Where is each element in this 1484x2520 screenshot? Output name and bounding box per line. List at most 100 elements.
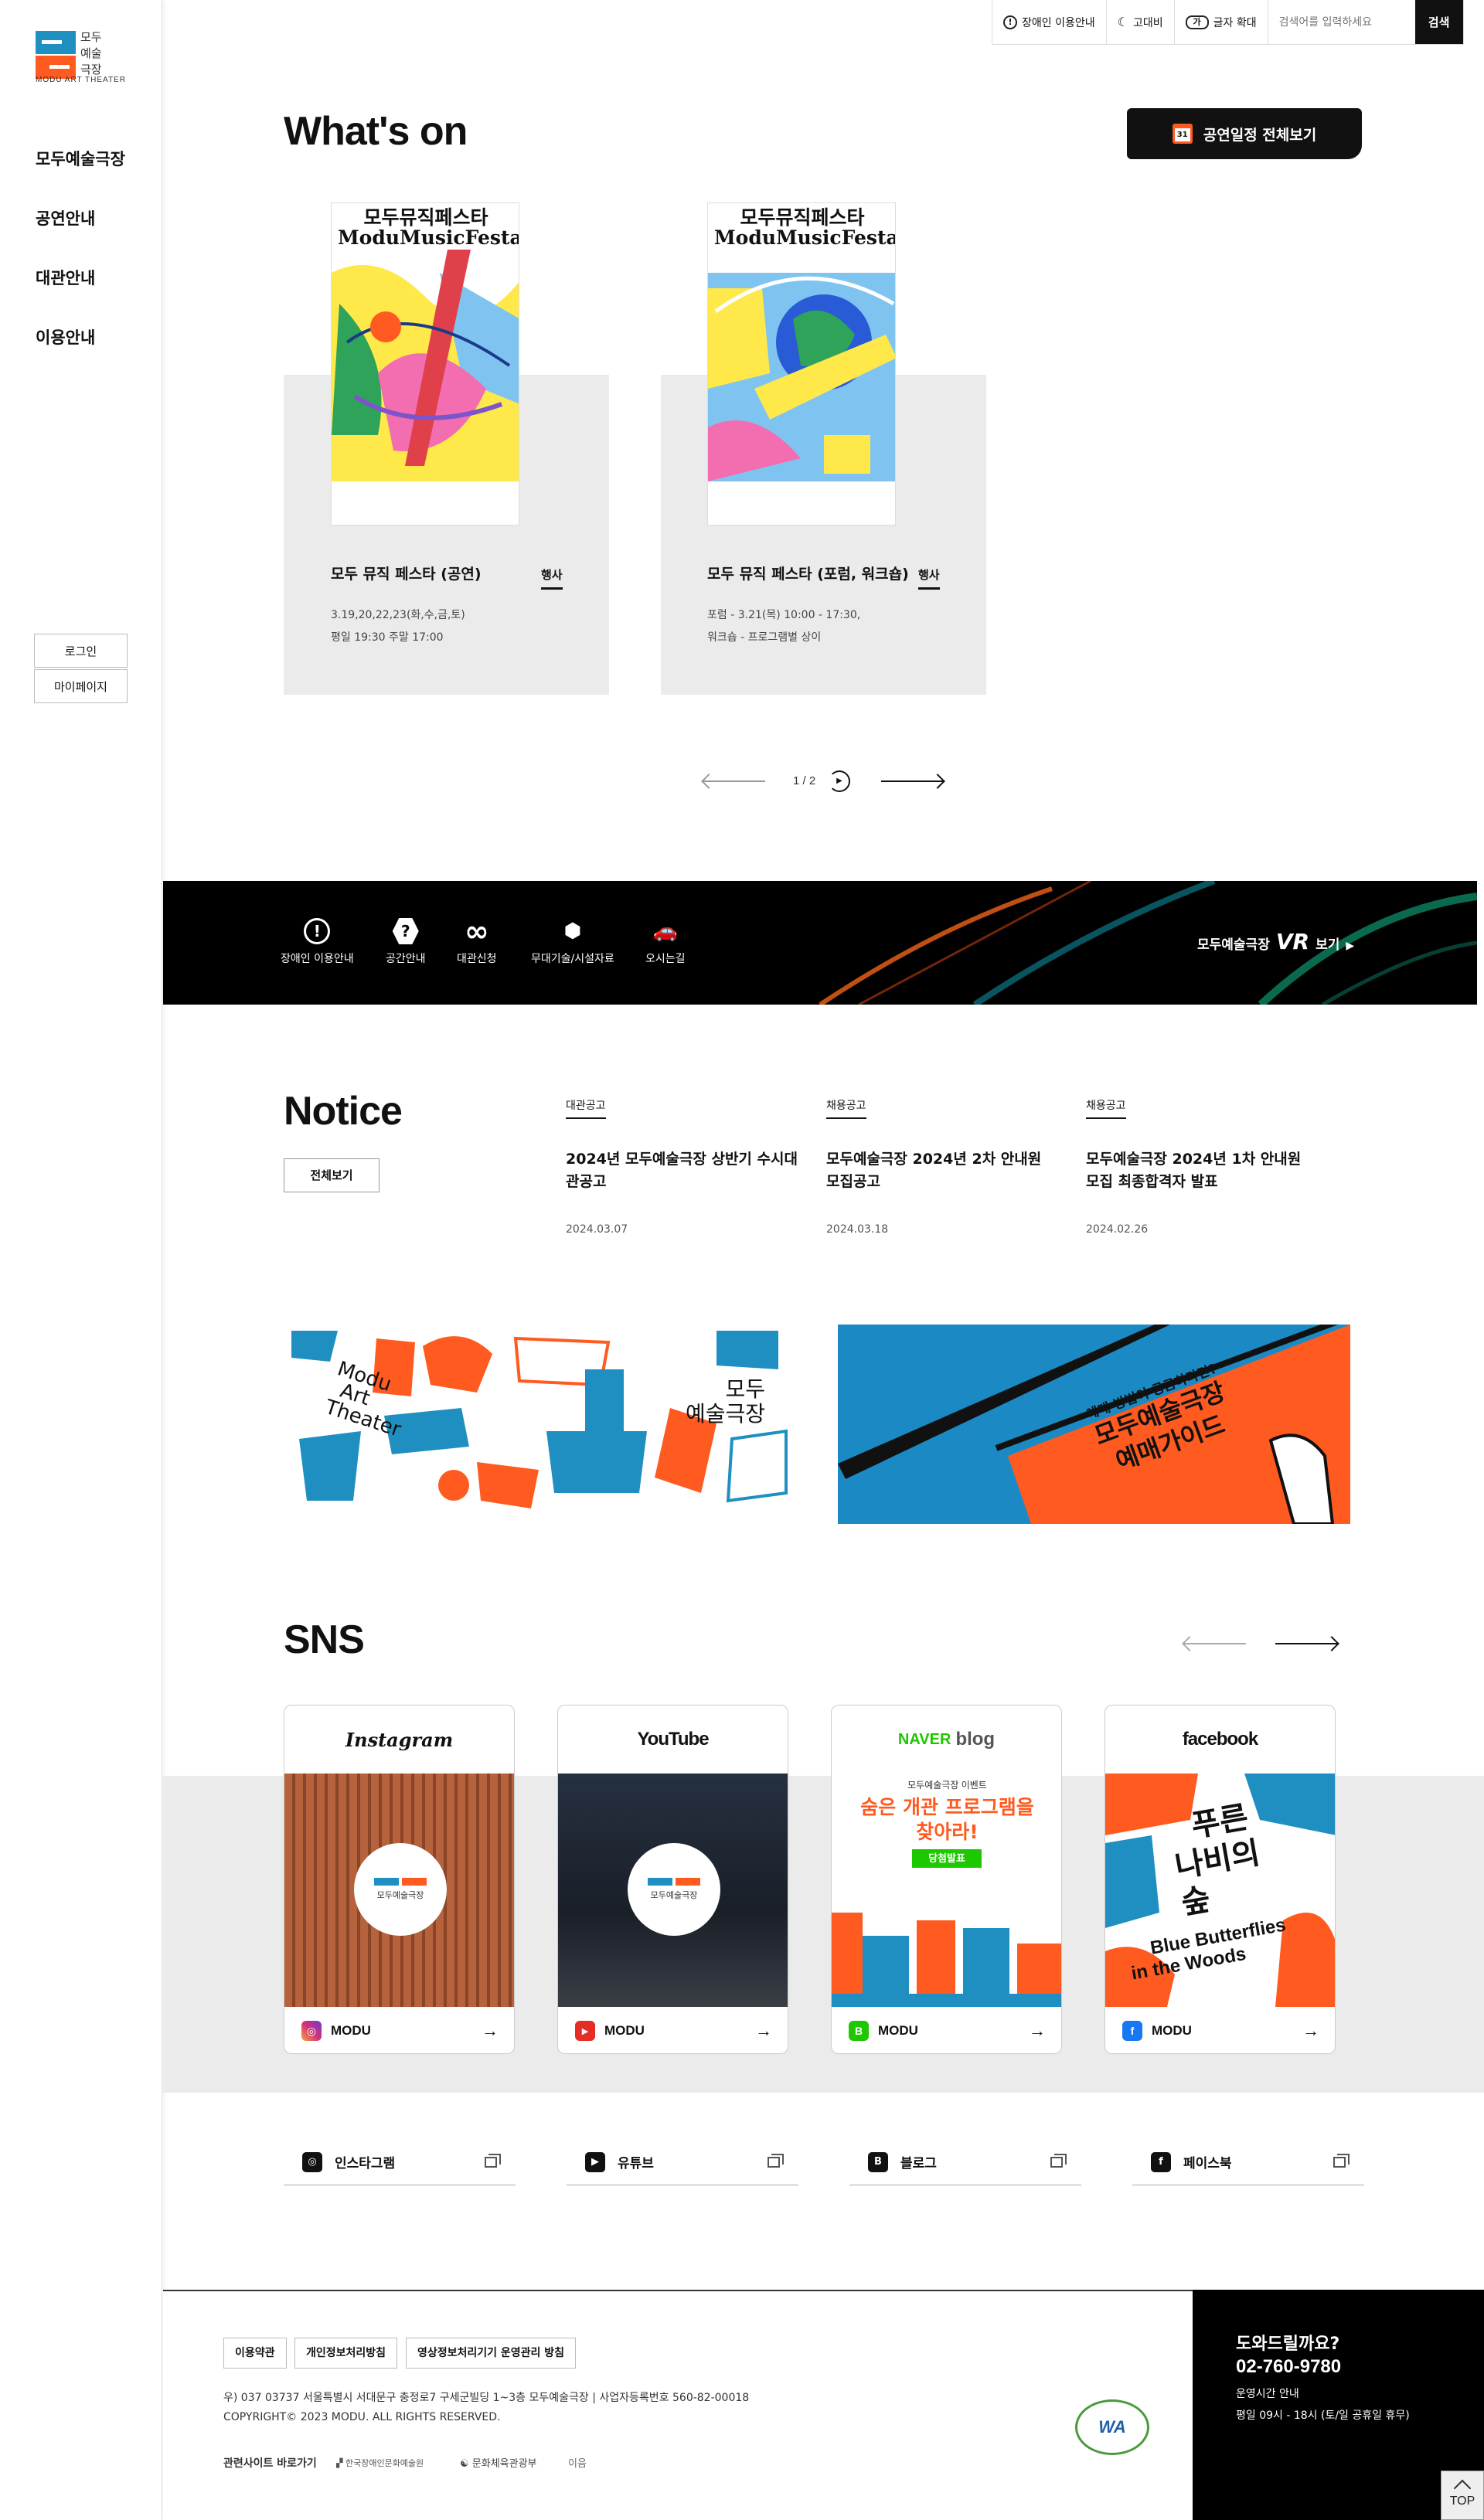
mypage-button[interactable]: 마이페이지 — [34, 669, 128, 703]
poster-title-1: 모두뮤직페스타 ModuMusicFesta — [338, 208, 519, 248]
sns-img-blog: 모두예술극장 이벤트 숨은 개관 프로그램을 찾아라! 당첨발표 — [832, 1774, 1061, 2007]
notice-title-3[interactable]: 모두예술극장 2024년 1차 안내원 모집 최종합격자 발표 — [1086, 1148, 1318, 1193]
quick-label-2: 공간안내 — [386, 953, 426, 965]
vr-link[interactable]: 모두예술극장 VR 보기 ▶ — [1197, 929, 1354, 954]
search-button[interactable]: 검색 — [1414, 0, 1463, 44]
logo-kr-2: 예술 — [80, 46, 102, 60]
sns-card-instagram[interactable]: Instagram 모두예술극장 ◎ MODU → — [284, 1705, 515, 2054]
sns-card-blog[interactable]: NAVER blog 모두예술극장 이벤트 숨은 개관 프로그램을 찾아라! 당첨… — [831, 1705, 1062, 2054]
event-date-2-line2: 워크숍 - 프로그램별 상이 — [707, 631, 822, 644]
related-site-1[interactable]: ▞ 한국장애인문화예술원 — [336, 2457, 424, 2469]
sns-next-arrow[interactable] — [1275, 1643, 1337, 1644]
instagram-icon: ◎ — [301, 2021, 322, 2041]
event-poster-1[interactable]: 모두뮤직페스타 ModuMusicFesta — [331, 202, 519, 525]
sns-link-facebook[interactable]: f 페이스북 — [1132, 2139, 1364, 2185]
event-date-2-line1: 포럼 - 3.21(목) 10:00 - 17:30, — [707, 609, 861, 621]
footer-copyright: COPYRIGHT© 2023 MODU. ALL RIGHTS RESERVE… — [223, 2411, 501, 2423]
notice-date-3: 2024.02.26 — [1086, 1223, 1149, 1236]
cctv-policy-link[interactable]: 영상정보처리기기 운영관리 방침 — [406, 2338, 577, 2369]
quick-access-guide[interactable]: ! 장애인 이용안내 — [281, 918, 354, 966]
nav-usage[interactable]: 이용안내 — [36, 325, 95, 349]
kaca-icon: ▞ — [336, 2458, 345, 2468]
question-hex-icon: ? — [391, 918, 420, 944]
access-guide-label: 장애인 이용안내 — [1022, 16, 1095, 29]
blog-title: 숨은 개관 프로그램을 찾아라! — [832, 1795, 1061, 1845]
chevron-right-icon: ▶ — [1346, 940, 1355, 952]
naver-label: NAVER — [897, 1730, 951, 1748]
logo-mark-top[interactable] — [36, 31, 76, 54]
event-date-2: 포럼 - 3.21(목) 10:00 - 17:30, 워크숍 - 프로그램별 … — [707, 604, 860, 649]
related-site-3[interactable]: 이음 — [568, 2455, 587, 2470]
quick-label-1: 장애인 이용안내 — [281, 953, 354, 965]
banner-kr-1: 모두 — [725, 1376, 766, 1402]
blog-badge: 당첨발표 — [912, 1849, 982, 1868]
access-guide-link[interactable]: ! 장애인 이용안내 — [992, 0, 1107, 44]
notice-date-2: 2024.03.18 — [826, 1223, 889, 1236]
quick-directions[interactable]: 🚗 오시는길 — [645, 918, 686, 966]
event-tag-2: 행사 — [918, 566, 940, 590]
play-icon[interactable]: ▶ — [829, 770, 850, 792]
quick-space-guide[interactable]: ? 공간안내 — [386, 918, 426, 966]
quick-menu-banner: ! 장애인 이용안내 ? 공간안내 ∞ 대관신청 ⬢ 무대기술/시설자료 🚗 오시는길 모… — [163, 881, 1477, 1005]
event-date-1-line2: 평일 19:30 주말 17:00 — [331, 631, 444, 644]
info-icon: ! — [1003, 15, 1017, 29]
notice-date-1: 2024.03.07 — [566, 1223, 628, 1236]
logo-text-kr[interactable]: 모두 예술 극장 — [80, 29, 127, 78]
instagram-account: MODU — [331, 2023, 371, 2038]
sns-head-instagram: Instagram — [345, 1728, 454, 1751]
nav-performance[interactable]: 공연안내 — [36, 206, 95, 230]
blog-top-text: 모두예술극장 이벤트 — [907, 1780, 987, 1791]
event-poster-2[interactable]: 모두뮤직페스타 ModuMusicFesta — [707, 202, 896, 525]
youtube-icon: ▶ — [575, 2021, 595, 2041]
footer-address: 우) 037 03737 서울특별시 서대문구 충정로7 구세군빌딩 1~3층 … — [223, 2392, 750, 2404]
booking-guide-banner[interactable]: 예매 방법이 궁금하다면? 모두예술극장 예매가이드 — [838, 1325, 1350, 1524]
notice-title-1[interactable]: 2024년 모두예술극장 상반기 수시대관공고 — [566, 1148, 798, 1193]
new-window-icon — [485, 2153, 501, 2168]
sns-card-facebook[interactable]: facebook 푸른 나비의 숲 Blue Butterflies in th… — [1104, 1705, 1336, 2054]
font-enlarge-toggle[interactable]: 가 글자 확대 — [1175, 0, 1268, 44]
sns-link-blog[interactable]: B 블로그 — [849, 2139, 1081, 2185]
privacy-link[interactable]: 개인정보처리방침 — [294, 2338, 398, 2369]
notice-title-2[interactable]: 모두예술극장 2024년 2차 안내원 모집공고 — [826, 1148, 1058, 1193]
banner-kr-text: 모두 예술극장 — [686, 1377, 765, 1427]
nav-modu-theater[interactable]: 모두예술극장 — [36, 147, 125, 170]
nav-rental[interactable]: 대관안내 — [36, 266, 95, 289]
event-title-2[interactable]: 모두 뮤직 페스타 (포럼, 워크숍) — [707, 563, 909, 583]
font-enlarge-label: 글자 확대 — [1213, 16, 1257, 29]
prev-arrow[interactable] — [703, 780, 765, 782]
infinity-icon: ∞ — [464, 914, 489, 948]
facebook-account: MODU — [1152, 2023, 1192, 2038]
next-arrow[interactable] — [881, 780, 943, 782]
sns-link-instagram[interactable]: ◎ 인스타그램 — [284, 2139, 516, 2185]
scroll-top-button[interactable]: TOP — [1441, 2471, 1484, 2520]
sns-foot-facebook: f MODU → — [1105, 2007, 1335, 2053]
event-title-1[interactable]: 모두 뮤직 페스타 (공연) — [331, 563, 482, 583]
high-contrast-toggle[interactable]: ☾ 고대비 — [1107, 0, 1175, 44]
mcst-icon: ☯ — [460, 2458, 472, 2470]
circle-logo-1: 모두예술극장 — [354, 1843, 447, 1936]
sns-card-youtube[interactable]: YouTube 모두예술극장 ▶ MODU → — [557, 1705, 788, 2054]
sns-prev-arrow[interactable] — [1184, 1643, 1246, 1644]
related-site-2[interactable]: ☯ 문화체육관광부 — [460, 2455, 537, 2470]
terms-link[interactable]: 이용약관 — [223, 2338, 287, 2369]
notice-heading: Notice — [284, 1089, 403, 1134]
youtube-icon: ▶ — [585, 2151, 605, 2172]
sns-link-youtube[interactable]: ▶ 유튜브 — [567, 2139, 798, 2185]
vr-label: VR — [1275, 929, 1310, 954]
blog-illustration — [832, 1913, 1061, 2007]
font-size-icon: 가 — [1185, 15, 1209, 29]
notice-all-button[interactable]: 전체보기 — [284, 1158, 380, 1192]
quick-stage-tech[interactable]: ⬢ 무대기술/시설자료 — [531, 918, 614, 966]
quick-rental-apply[interactable]: ∞ 대관신청 — [457, 914, 497, 966]
utility-bar: ! 장애인 이용안내 ☾ 고대비 가 글자 확대 검색 — [992, 0, 1464, 45]
logo-text-en: MODU ART THEATER — [36, 76, 126, 84]
sns-link-label-4: 페이스북 — [1183, 2156, 1232, 2171]
schedule-all-button[interactable]: 31 공연일정 전체보기 — [1127, 108, 1362, 159]
login-button[interactable]: 로그인 — [34, 634, 128, 668]
facebook-icon: f — [1122, 2021, 1142, 2041]
help-hours-title: 운영시간 안내 — [1236, 2388, 1299, 2400]
box-icon: ⬢ — [563, 920, 582, 943]
help-phone[interactable]: 02-760-9780 — [1236, 2356, 1341, 2378]
search-input[interactable] — [1268, 0, 1415, 44]
modu-art-theater-banner[interactable]: Modu Art Theater 모두 예술극장 — [284, 1323, 793, 1516]
